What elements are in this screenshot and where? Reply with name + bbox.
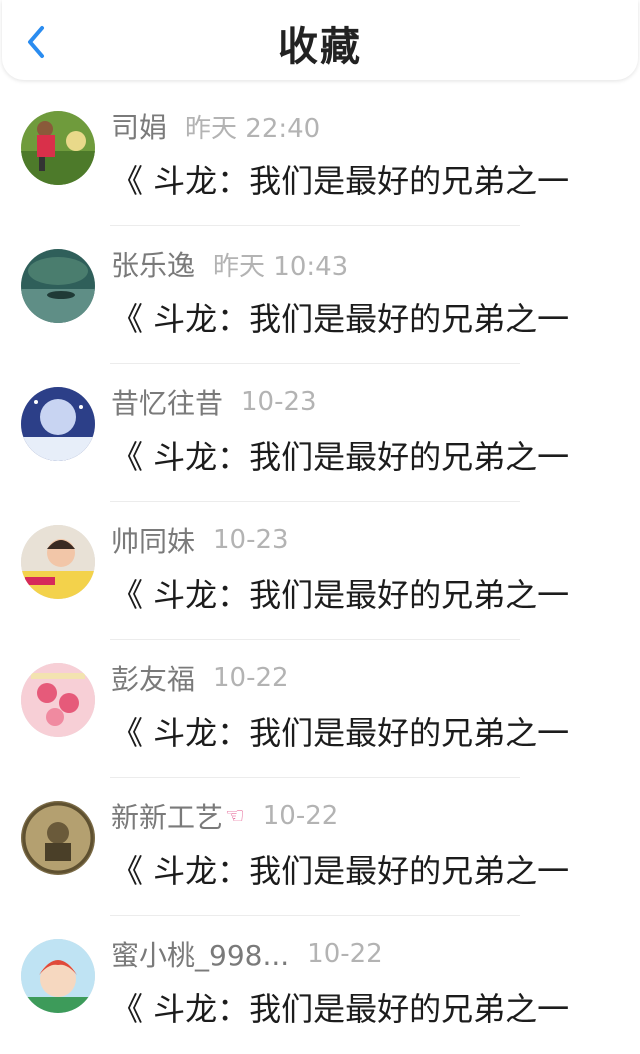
avatar[interactable] <box>21 387 95 461</box>
favorite-content: 《 斗龙：我们是最好的兄弟之一 <box>111 576 570 614</box>
list-item[interactable]: 张乐逸 昨天 10:43 《 斗龙：我们是最好的兄弟之一 <box>0 226 640 364</box>
timestamp: 10-22 <box>213 663 289 693</box>
favorite-content: 《 斗龙：我们是最好的兄弟之一 <box>111 438 570 476</box>
avatar[interactable] <box>21 801 95 875</box>
sender-name: 帅同妹 <box>111 525 196 558</box>
page-title: 收藏 <box>278 24 362 70</box>
timestamp: 10-22 <box>262 801 339 831</box>
timestamp: 10-23 <box>213 525 289 555</box>
avatar[interactable] <box>21 111 95 185</box>
sender-name: 司娟 <box>111 111 168 144</box>
sender-name: 蜜小桃_998... <box>111 939 290 972</box>
avatar[interactable] <box>21 663 95 737</box>
list-item[interactable]: 昔忆往昔 10-23 《 斗龙：我们是最好的兄弟之一 <box>0 364 640 502</box>
sender-name: 彭友福 <box>111 663 196 696</box>
list-item[interactable]: 司娟 昨天 22:40 《 斗龙：我们是最好的兄弟之一 <box>0 88 640 226</box>
timestamp: 昨天 10:43 <box>213 251 349 282</box>
sender-name: 昔忆往昔 <box>111 387 224 420</box>
favorite-content: 《 斗龙：我们是最好的兄弟之一 <box>111 162 570 200</box>
favorites-list: 司娟 昨天 22:40 《 斗龙：我们是最好的兄弟之一 张乐逸 昨天 10:43… <box>0 88 640 1054</box>
avatar[interactable] <box>21 939 95 1013</box>
timestamp: 昨天 22:40 <box>185 113 321 144</box>
favorite-content: 《 斗龙：我们是最好的兄弟之一 <box>111 852 570 890</box>
list-item[interactable]: 彭友福 10-22 《 斗龙：我们是最好的兄弟之一 <box>0 640 640 778</box>
favorite-content: 《 斗龙：我们是最好的兄弟之一 <box>111 714 570 752</box>
avatar[interactable] <box>21 525 95 599</box>
sender-name: 新新工艺 <box>111 801 224 834</box>
list-item[interactable]: 蜜小桃_998... 10-22 《 斗龙：我们是最好的兄弟之一 <box>0 916 640 1054</box>
top-bar: 收藏 <box>2 0 638 80</box>
timestamp: 10-23 <box>241 387 317 417</box>
sender-name: 张乐逸 <box>111 249 196 282</box>
avatar[interactable] <box>21 249 95 323</box>
list-item[interactable]: 新新工艺 ☜ 10-22 《 斗龙：我们是最好的兄弟之一 <box>0 778 640 916</box>
favorite-content: 《 斗龙：我们是最好的兄弟之一 <box>111 990 570 1028</box>
timestamp: 10-22 <box>307 939 383 969</box>
pointing-hand-icon: ☜ <box>225 803 245 829</box>
favorite-content: 《 斗龙：我们是最好的兄弟之一 <box>111 300 570 338</box>
list-item[interactable]: 帅同妹 10-23 《 斗龙：我们是最好的兄弟之一 <box>0 502 640 640</box>
